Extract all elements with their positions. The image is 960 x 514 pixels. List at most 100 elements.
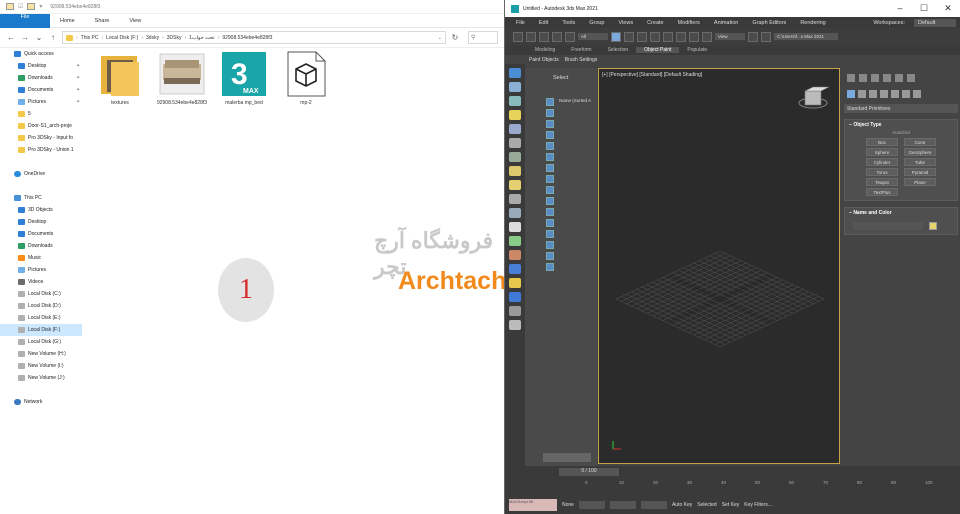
back-arrow-icon[interactable]: ←	[6, 33, 16, 42]
menu-file[interactable]: File	[509, 20, 532, 26]
max-logo-small-icon[interactable]	[509, 292, 521, 302]
nav-item[interactable]: New Volume (J:)	[0, 372, 82, 384]
nav-item[interactable]: Downloads ✦	[0, 72, 82, 84]
filter-lights-icon[interactable]	[546, 120, 554, 128]
checkbox-icon[interactable]: ☑	[18, 3, 23, 10]
sphere-icon[interactable]	[509, 180, 521, 190]
help-icon[interactable]	[509, 320, 521, 330]
unlink-icon[interactable]	[552, 31, 562, 42]
breadcrumb-current[interactable]: 92908.534ebe4e828f3	[222, 35, 272, 41]
select-object-icon[interactable]	[611, 31, 621, 42]
x-coordinate-field[interactable]	[578, 501, 605, 509]
menu-modifiers[interactable]: Modifiers	[671, 20, 707, 26]
y-coordinate-field[interactable]	[609, 501, 636, 509]
select-by-name-icon[interactable]	[624, 31, 634, 42]
nav-item[interactable]: Videos	[0, 276, 82, 288]
primitive-type-dropdown[interactable]: Standard Primitives	[844, 104, 958, 113]
primitive-textplus-button[interactable]: TextPlus	[866, 188, 898, 196]
nav-item[interactable]: Music	[0, 252, 82, 264]
tab-paint-objects[interactable]: Paint Objects	[529, 57, 559, 63]
scene-column-header[interactable]: Name (Sorted A	[559, 98, 591, 103]
nav-item[interactable]: Network	[0, 396, 82, 408]
tab-file[interactable]: File	[0, 13, 50, 28]
primitive-cone-button[interactable]: Cone	[904, 138, 936, 146]
tree-icon[interactable]	[509, 236, 521, 246]
shapes-icon[interactable]	[858, 90, 866, 98]
menu-views[interactable]: Views	[612, 20, 641, 26]
hierarchy-tab-icon[interactable]	[871, 74, 879, 82]
display-tab-icon[interactable]	[895, 74, 903, 82]
selected-dropdown[interactable]: Selected	[697, 502, 716, 508]
tab-selection[interactable]: Selection	[600, 47, 637, 53]
file-item[interactable]: 3 MAX malerba mp_bed	[219, 50, 269, 106]
object-color-swatch[interactable]	[929, 222, 937, 230]
filter-containers-icon[interactable]	[546, 197, 554, 205]
menu-animation[interactable]: Animation	[707, 20, 745, 26]
breadcrumb-3dsky[interactable]: 3DSky	[167, 35, 182, 41]
up-arrow-icon[interactable]: ↑	[48, 33, 58, 42]
name-color-header[interactable]: − Name and Color	[845, 208, 957, 218]
filter-all-icon[interactable]	[546, 230, 554, 238]
chevron-down-icon[interactable]: ⌄	[438, 35, 442, 41]
nav-item[interactable]: Desktop ✦	[0, 60, 82, 72]
tab-view[interactable]: View	[119, 14, 151, 28]
maximize-icon[interactable]: ☐	[912, 3, 936, 14]
display-icon[interactable]	[509, 152, 521, 162]
menu-edit[interactable]: Edit	[532, 20, 555, 26]
pin-icon[interactable]: ✦	[76, 99, 80, 105]
quick-access-icon[interactable]	[27, 3, 36, 10]
nav-item[interactable]: Local Disk (F:)	[0, 324, 82, 336]
color-clipboard-icon[interactable]	[509, 278, 521, 288]
lights-icon[interactable]	[869, 90, 877, 98]
filter-cameras-icon[interactable]	[546, 131, 554, 139]
file-item[interactable]: mp-2	[281, 50, 331, 106]
primitive-sphere-button[interactable]: Sphere	[866, 148, 898, 156]
project-folder-dropdown[interactable]: C:\Users\f...s Max 2021	[774, 33, 838, 40]
filter-xrefs-icon[interactable]	[546, 175, 554, 183]
z-coordinate-field[interactable]	[640, 501, 667, 509]
filter-spacewarps-icon[interactable]	[546, 153, 554, 161]
nav-item[interactable]: Pictures ✦	[0, 96, 82, 108]
primitive-pyramid-button[interactable]: Pyramid	[904, 168, 936, 176]
window-crossing-icon[interactable]	[650, 31, 660, 42]
layer-explorer-icon[interactable]	[509, 96, 521, 106]
nav-item[interactable]: Local Disk (D:)	[0, 300, 82, 312]
pivot-center-icon[interactable]	[748, 31, 758, 42]
filter-frozen-icon[interactable]	[546, 208, 554, 216]
nav-item[interactable]: Documents ✦	[0, 84, 82, 96]
nav-item[interactable]: Local Disk (G:)	[0, 336, 82, 348]
filter-bones-icon[interactable]	[546, 186, 554, 194]
address-bar[interactable]: › This PC › Local Disk (F:) › 3dsky › 3D…	[62, 31, 446, 44]
filter-none-icon[interactable]	[546, 241, 554, 249]
time-slider[interactable]: 0 / 100	[559, 468, 619, 476]
nav-item[interactable]: Documents	[0, 228, 82, 240]
primitive-cylinder-button[interactable]: Cylinder	[866, 158, 898, 166]
scene-icon[interactable]	[509, 264, 521, 274]
create-tab-icon[interactable]	[847, 74, 855, 82]
forward-arrow-icon[interactable]: →	[20, 33, 30, 42]
key-filters-button[interactable]: Key Filters...	[744, 502, 772, 508]
filter-invert-icon[interactable]	[546, 252, 554, 260]
tab-home[interactable]: Home	[50, 14, 85, 28]
file-icon[interactable]	[509, 306, 521, 316]
file-item[interactable]: textures	[95, 50, 145, 106]
nav-item[interactable]: Pro 3DSky - Union 1	[0, 144, 82, 156]
light-icon[interactable]	[509, 110, 521, 120]
script-icon[interactable]	[509, 250, 521, 260]
filter-helpers-icon[interactable]	[546, 142, 554, 150]
menu-create[interactable]: Create	[640, 20, 671, 26]
motion-tab-icon[interactable]	[883, 74, 891, 82]
workspace-dropdown[interactable]: Default	[914, 18, 956, 27]
helpers-icon[interactable]	[891, 90, 899, 98]
nav-item[interactable]: Desktop	[0, 216, 82, 228]
nav-item[interactable]: Door-S1_arch-proje	[0, 120, 82, 132]
menu-rendering[interactable]: Rendering	[793, 20, 832, 26]
utilities-tab-icon[interactable]	[907, 74, 915, 82]
nav-item[interactable]: New Volume (H:)	[0, 348, 82, 360]
chevron-down-icon[interactable]: ▾	[39, 3, 42, 10]
object-name-input[interactable]	[853, 222, 923, 230]
tab-object-paint[interactable]: Object Paint	[636, 47, 680, 53]
primitive-teapot-button[interactable]: Teapot	[866, 178, 898, 186]
autogrid-checkbox[interactable]: AutoGrid	[845, 130, 957, 135]
auto-key-button[interactable]: Auto Key	[672, 502, 692, 508]
